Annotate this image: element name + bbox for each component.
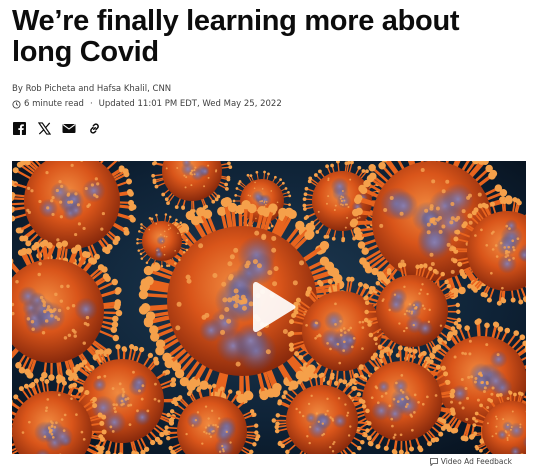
video-ad-feedback[interactable]: Video Ad Feedback (429, 457, 512, 466)
share-bar (12, 121, 101, 135)
link-icon[interactable] (87, 121, 101, 135)
read-time: 6 minute read (24, 99, 84, 109)
article-headline: We’re finally learning more about long C… (12, 5, 460, 68)
facebook-icon[interactable] (12, 121, 26, 135)
article-timestamp: 6 minute read · Updated 11:01 PM EDT, We… (12, 99, 282, 109)
x-icon[interactable] (37, 121, 51, 135)
video-player[interactable] (12, 161, 526, 454)
email-icon[interactable] (62, 121, 76, 135)
clock-icon (12, 99, 21, 109)
play-button-icon[interactable] (249, 281, 297, 333)
feedback-label: Video Ad Feedback (440, 457, 512, 466)
meta-separator: · (89, 99, 93, 109)
updated-time: Updated 11:01 PM EDT, Wed May 25, 2022 (98, 99, 282, 109)
feedback-icon (429, 457, 438, 466)
byline: By Rob Picheta and Hafsa Khalil, CNN (12, 84, 172, 94)
